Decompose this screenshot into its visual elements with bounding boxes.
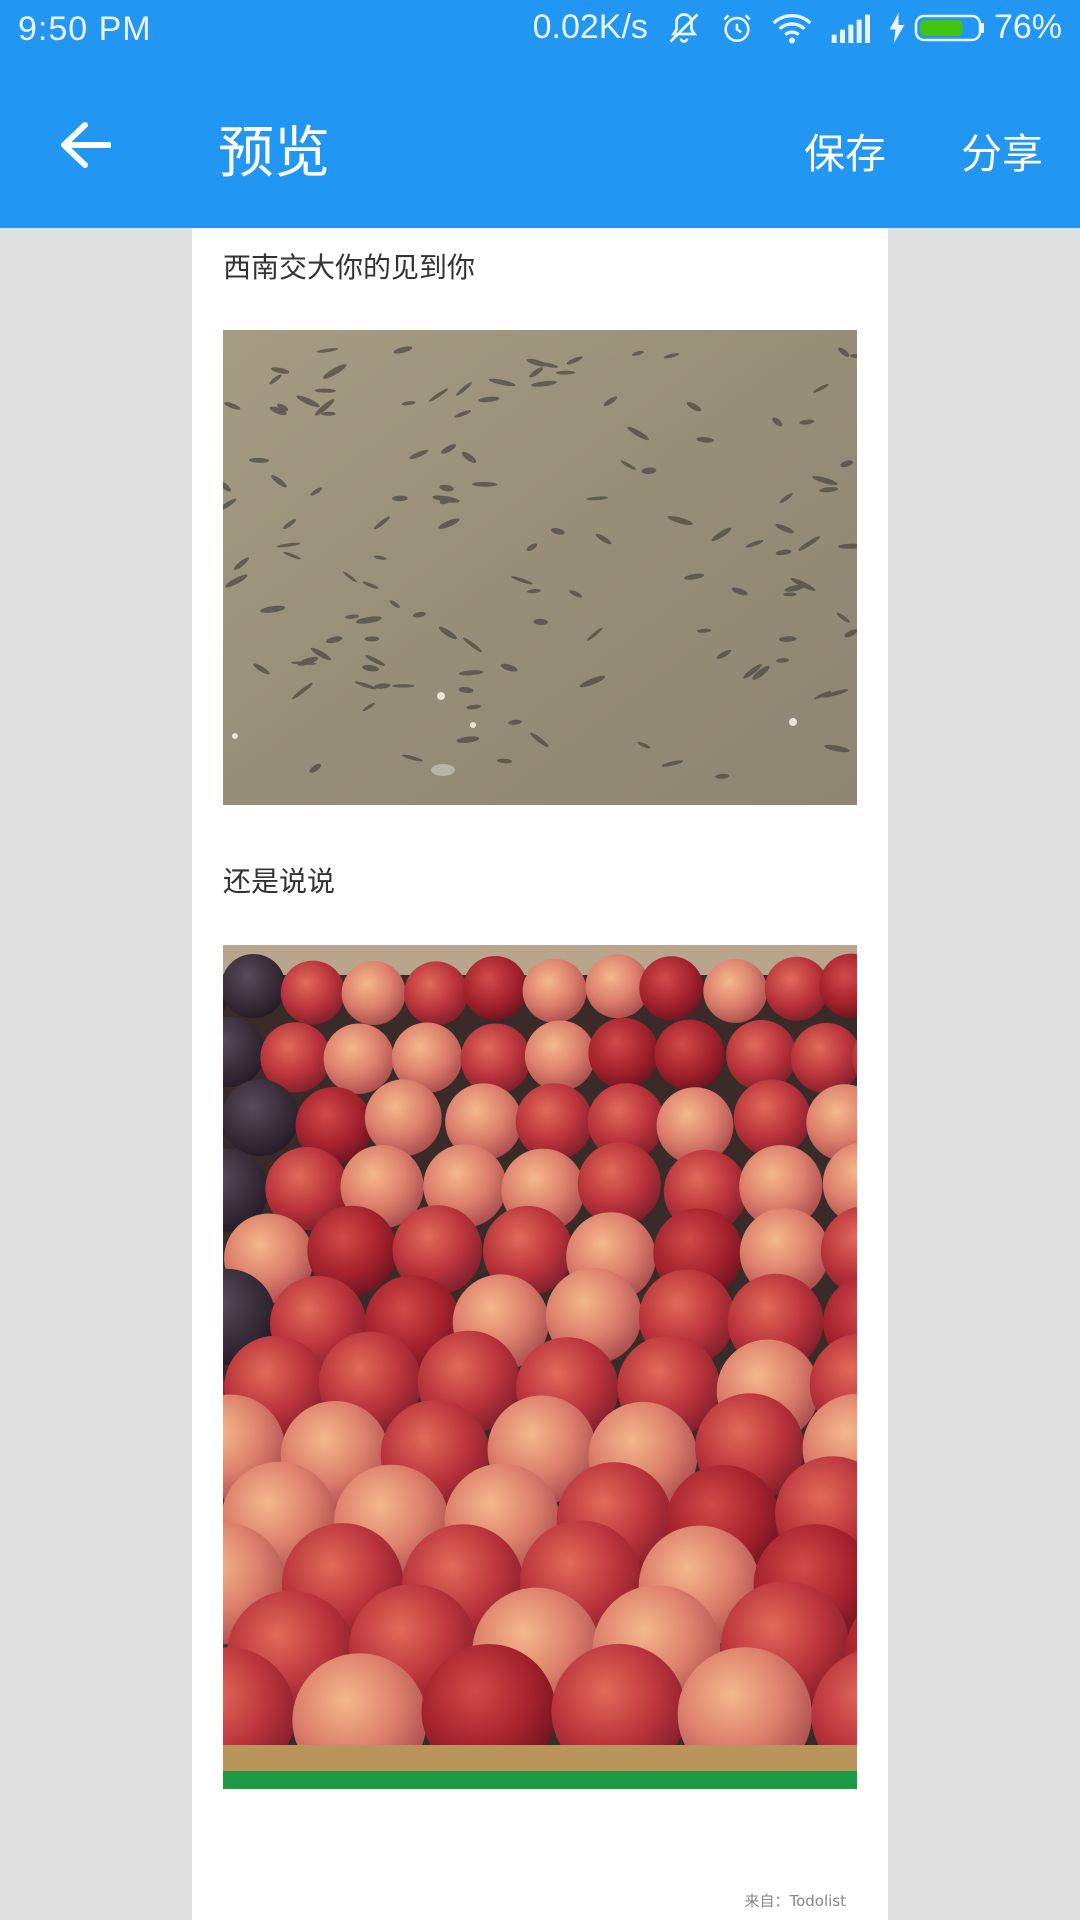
battery-icon [914,13,986,43]
wifi-icon [772,11,812,45]
paragraph-text: 还是说说 [223,865,336,898]
toolbar: 预览 保存 分享 [0,62,1080,228]
net-speed: 0.02K/s [532,8,648,46]
mute-icon [666,10,702,46]
status-icons: 0.02K/s 76% [533,8,1062,47]
app-bar: 9:50 PM 0.02K/s 76% 预览 保存 分享 [0,0,1080,228]
plums-photo [223,945,857,1789]
source-footer: 来自：Todolist [744,1892,846,1910]
alarm-icon [720,11,754,45]
paragraph-text: 西南交大你的见到你 [223,251,476,284]
status-time: 9:50 PM [18,10,152,48]
save-button[interactable]: 保存 [804,120,886,180]
signal-icon [830,13,870,43]
share-button[interactable]: 分享 [961,120,1043,180]
battery-indicator: 76% [888,8,1062,47]
fish-photo [223,330,857,805]
back-button[interactable] [40,100,130,190]
status-bar: 9:50 PM 0.02K/s 76% [0,0,1080,62]
arrow-left-icon [61,122,111,168]
page-title: 预览 [218,121,330,186]
preview-document: 西南交大你的见到你 还是说说 来自：Todolist [192,228,888,1920]
charging-icon [888,12,906,43]
battery-percent: 76% [993,8,1062,46]
